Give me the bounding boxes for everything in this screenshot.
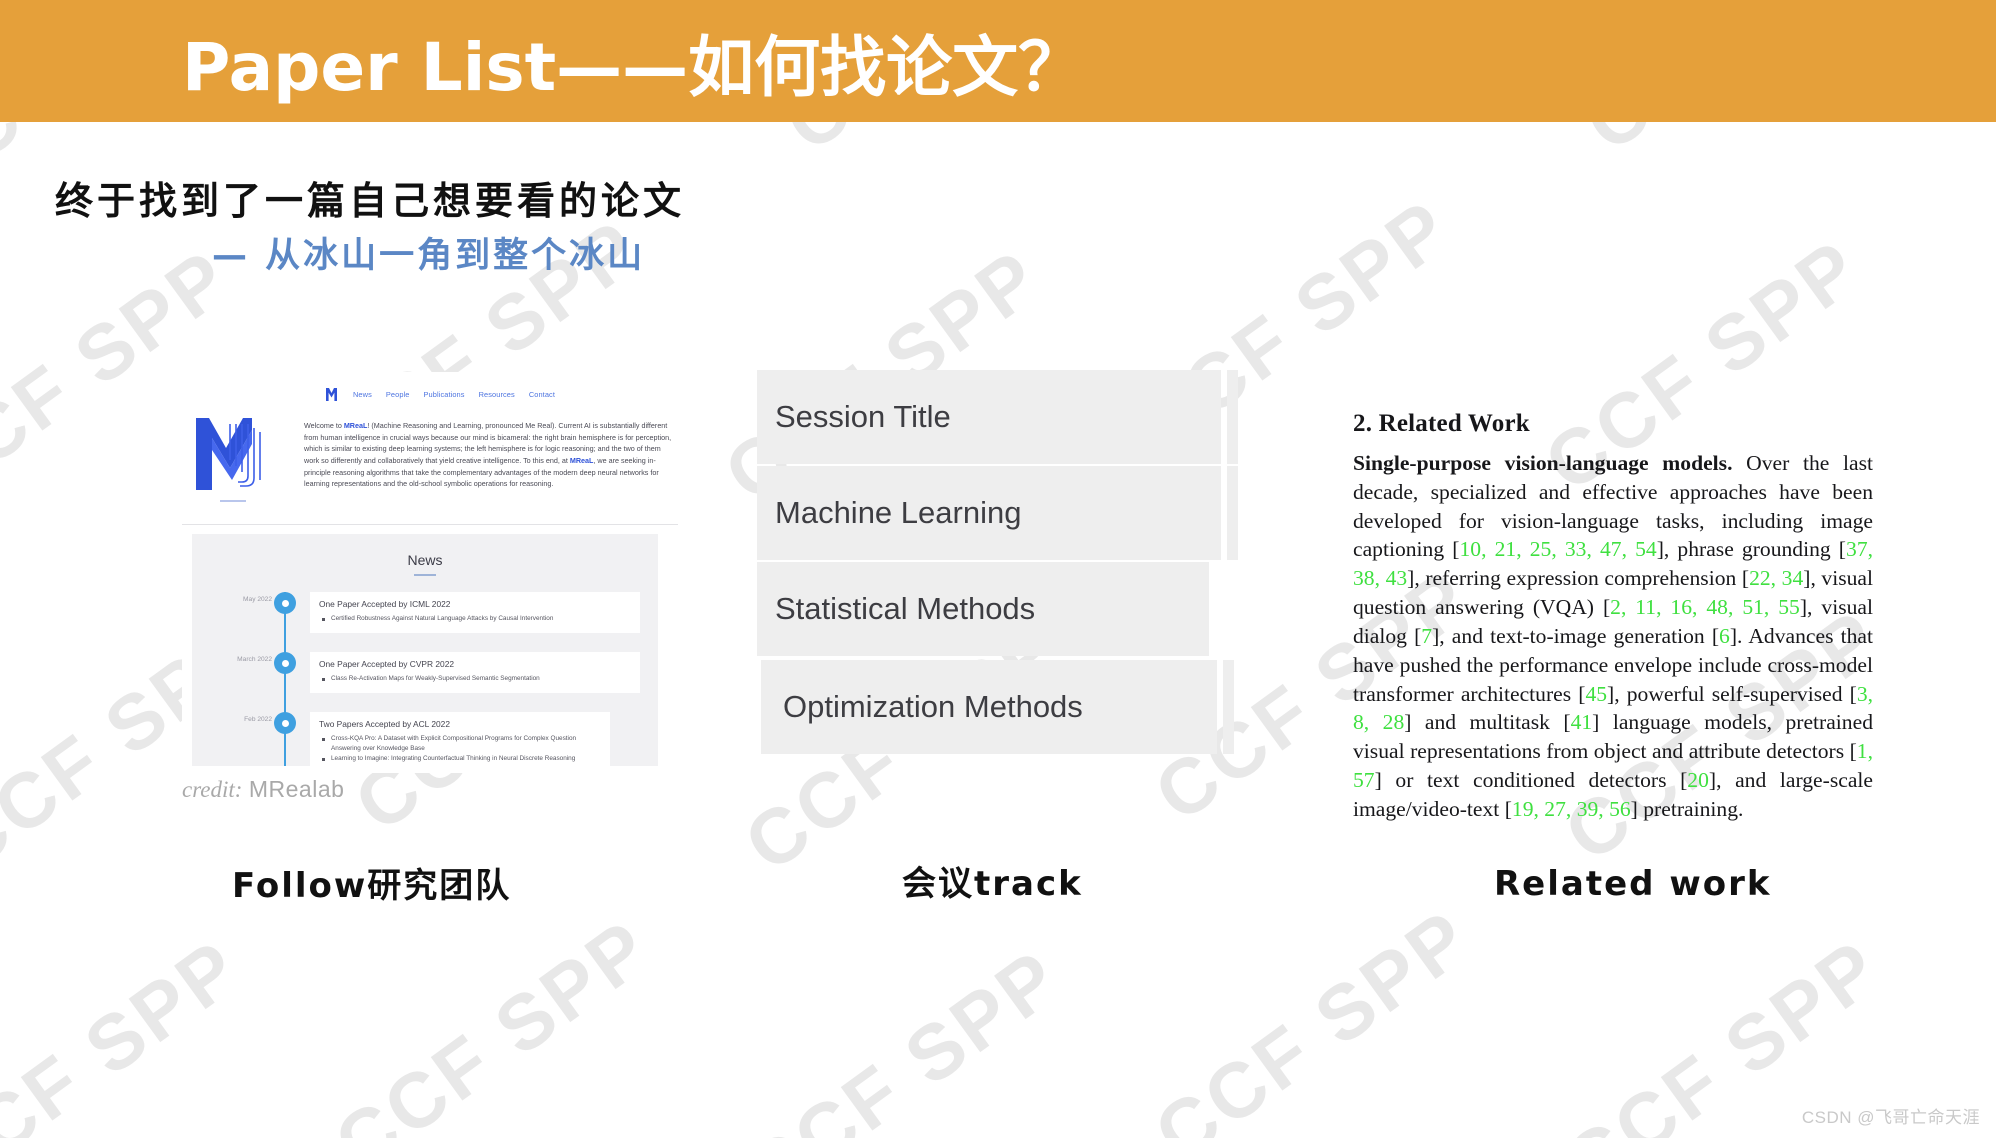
- news-bullet: Certified Robustness Against Natural Lan…: [319, 614, 631, 624]
- news-bullet: Learning to Imagine: Integrating Counter…: [319, 754, 601, 764]
- location-pin-icon: [274, 712, 296, 734]
- mreal-news-heading-underline: [414, 574, 436, 576]
- caption-related-work: Related work: [1494, 864, 1772, 904]
- mreal-section-divider: [182, 524, 678, 525]
- watermark-text: CCF SPP: [0, 921, 257, 1138]
- session-row-label: Machine Learning: [775, 495, 1022, 530]
- mreal-news-heading: News: [407, 552, 443, 568]
- caption-conference-track: 会议track: [902, 864, 1083, 904]
- mreal-nav-contact[interactable]: Contact: [529, 390, 555, 399]
- paper-section-heading: 2. Related Work: [1353, 410, 1530, 437]
- news-bullet: Cross-KQA Pro: A Dataset with Explicit C…: [319, 734, 601, 753]
- mreal-logo-icon: [192, 414, 266, 492]
- watermark-text: CCF SPP: [318, 901, 667, 1138]
- mreal-welcome-paragraph: Welcome to MReaL! (Machine Reasoning and…: [304, 421, 672, 489]
- session-row-label: Session Title: [775, 399, 951, 434]
- mreal-nav-publications[interactable]: Publications: [424, 390, 465, 399]
- page-title: Paper List——如何找论文？: [182, 29, 1085, 106]
- watermark-text: CCF SPP: [728, 931, 1077, 1138]
- session-row-label: Statistical Methods: [775, 591, 1036, 626]
- csdn-watermark: CSDN @飞哥亡命天涯: [1801, 1108, 1980, 1127]
- image-credit: credit: MRealab: [182, 776, 344, 803]
- session-row-label: Optimization Methods: [783, 689, 1083, 724]
- session-scrollbar[interactable]: [1227, 466, 1238, 560]
- subtitle-secondary: — 从冰山一角到整个冰山: [212, 236, 646, 276]
- mreal-small-logo-icon: [326, 388, 337, 401]
- slide-canvas: CCF SPP CCF SPP CCF SPP CCF SPP CCF SPP …: [0, 0, 1996, 1138]
- news-card[interactable]: Two Papers Accepted by ACL 2022 Cross-KQ…: [310, 712, 610, 773]
- subtitle-primary: 终于找到了一篇自己想要看的论文: [55, 179, 686, 223]
- related-work-excerpt: 2. Related Work Single-purpose vision-la…: [1353, 410, 1873, 824]
- session-scrollbar[interactable]: [1223, 660, 1234, 754]
- location-pin-icon: [274, 592, 296, 614]
- slide-header-bar: Paper List——如何找论文？: [0, 0, 1996, 122]
- news-date: March 2022: [237, 656, 272, 663]
- paper-body-text: Single-purpose vision-language models. O…: [1353, 449, 1873, 824]
- news-date: May 2022: [243, 596, 272, 603]
- mreal-navbar: News People Publications Resources Conta…: [326, 388, 555, 401]
- news-date: Feb 2022: [244, 716, 272, 723]
- news-card-title: Two Papers Accepted by ACL 2022: [319, 719, 450, 729]
- conference-session-list: Session Title Machine Learning Statistic…: [757, 370, 1238, 770]
- mreal-website-screenshot: News People Publications Resources Conta…: [182, 372, 678, 802]
- watermark-text: CCF SPP: [1138, 891, 1487, 1138]
- news-card-title: One Paper Accepted by CVPR 2022: [319, 659, 455, 669]
- mreal-nav-people[interactable]: People: [386, 390, 410, 399]
- session-row[interactable]: Optimization Methods: [761, 660, 1217, 754]
- mreal-nav-news[interactable]: News: [353, 390, 372, 399]
- paper-run-in-heading: Single-purpose vision-language models.: [1353, 451, 1733, 475]
- session-row[interactable]: Session Title: [757, 370, 1221, 464]
- session-row[interactable]: Statistical Methods: [757, 562, 1209, 656]
- caption-follow-team: Follow研究团队: [232, 866, 512, 906]
- news-card[interactable]: One Paper Accepted by ICML 2022 Certifie…: [310, 592, 640, 633]
- mreal-news-section: News May 2022 One Paper Accepted by ICML…: [192, 534, 658, 773]
- news-bullet: Class Re-Activation Maps for Weakly-Supe…: [319, 674, 631, 684]
- credit-source: MRealab: [248, 776, 345, 802]
- session-scrollbar[interactable]: [1227, 370, 1238, 464]
- news-timeline-rail: [284, 592, 286, 766]
- location-pin-icon: [274, 652, 296, 674]
- mreal-logo-underline: [220, 500, 246, 502]
- news-card[interactable]: One Paper Accepted by CVPR 2022 Class Re…: [310, 652, 640, 693]
- credit-label: credit:: [182, 777, 243, 802]
- mreal-nav-resources[interactable]: Resources: [479, 390, 515, 399]
- session-row[interactable]: Machine Learning: [757, 466, 1221, 560]
- news-card-title: One Paper Accepted by ICML 2022: [319, 599, 451, 609]
- paper-paragraph: Over the last decade, specialized and ef…: [1353, 451, 1874, 821]
